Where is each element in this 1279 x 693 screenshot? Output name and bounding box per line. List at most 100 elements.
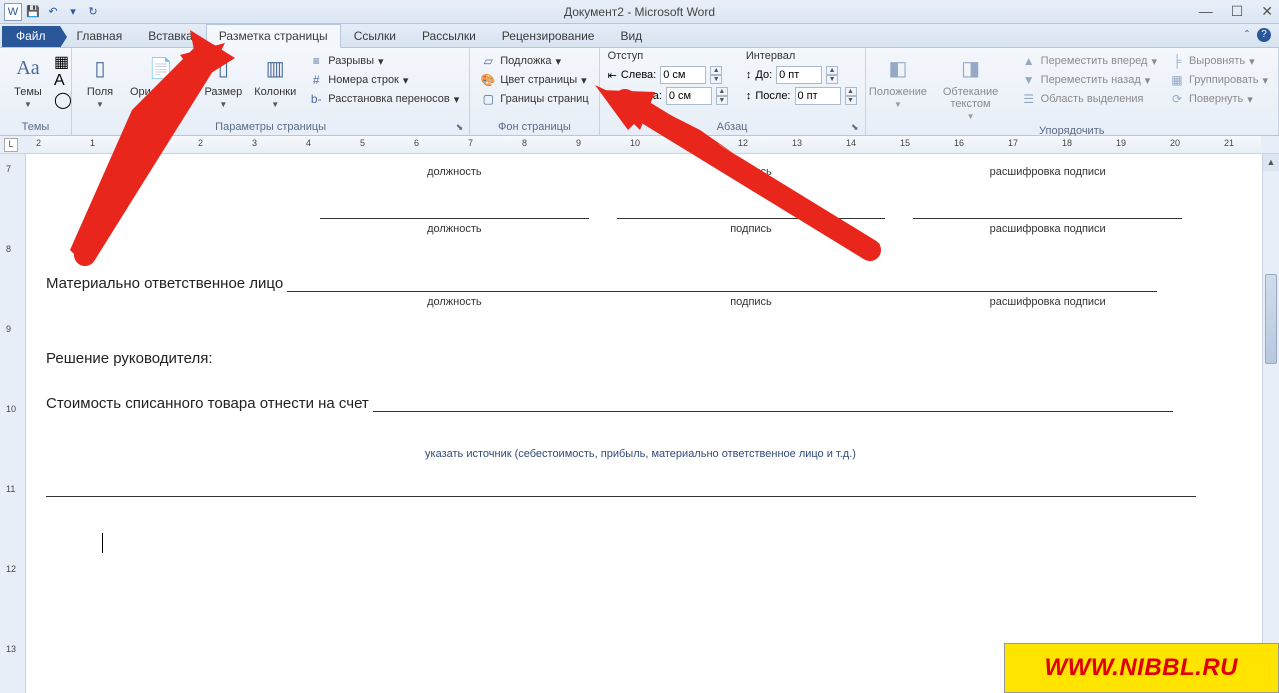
align-icon: ╞ bbox=[1169, 53, 1185, 69]
themes-icon: Aa bbox=[12, 52, 44, 84]
group-title-paragraph: Абзац bbox=[717, 121, 748, 133]
watermark-icon: ▱ bbox=[480, 53, 496, 69]
minimize-button[interactable]: — bbox=[1199, 3, 1213, 20]
orientation-button[interactable]: 📄 Ориентация ▼ bbox=[126, 50, 196, 111]
scroll-up-icon[interactable]: ▲ bbox=[1263, 154, 1279, 171]
tab-mailings[interactable]: Рассылки bbox=[409, 24, 489, 47]
save-icon[interactable]: 💾 bbox=[24, 3, 42, 21]
group-page-background: ▱Подложка ▾ 🎨Цвет страницы ▾ ▢Границы ст… bbox=[470, 48, 599, 135]
tab-home[interactable]: Главная bbox=[64, 24, 136, 47]
horizontal-ruler[interactable]: L 21123456789101112131415161718192021 bbox=[0, 136, 1279, 154]
theme-effects-icon[interactable]: ◯ bbox=[54, 90, 72, 110]
document-page[interactable]: должность подпись расшифровка подписи до… bbox=[26, 154, 1279, 693]
spacing-title: Интервал bbox=[744, 50, 859, 64]
breaks-button[interactable]: ≡Разрывы ▾ bbox=[304, 52, 463, 70]
hyphenation-icon: b- bbox=[308, 91, 324, 107]
bring-forward-button[interactable]: ▲Переместить вперед ▾ bbox=[1017, 52, 1161, 70]
tab-review[interactable]: Рецензирование bbox=[489, 24, 608, 47]
group-paragraph: Отступ ⇤ Слева: ▲▼ ⇥ Справа: ▲▼ Интервал bbox=[600, 48, 866, 135]
wrap-icon: ◨ bbox=[955, 52, 987, 84]
theme-fonts-icon[interactable]: A bbox=[54, 72, 72, 90]
send-backward-button[interactable]: ▼Переместить назад ▾ bbox=[1017, 71, 1161, 89]
spin-down[interactable]: ▼ bbox=[710, 75, 722, 84]
themes-button[interactable]: Aa Темы ▼ bbox=[6, 50, 50, 111]
page-color-icon: 🎨 bbox=[480, 72, 496, 88]
theme-colors-icon[interactable]: ▦ bbox=[54, 52, 72, 72]
spin-up[interactable]: ▲ bbox=[710, 66, 722, 75]
redo-icon[interactable]: ↻ bbox=[84, 3, 102, 21]
group-title-page-bg: Фон страницы bbox=[476, 119, 592, 135]
minimize-ribbon-icon[interactable]: ˆ bbox=[1245, 28, 1249, 42]
tab-selector[interactable]: L bbox=[4, 138, 18, 152]
size-label: Размер bbox=[204, 86, 242, 98]
spacing-before: ↕ До: ▲▼ bbox=[744, 65, 859, 85]
page-borders-button[interactable]: ▢Границы страниц bbox=[476, 90, 592, 108]
paragraph-launcher[interactable]: ⬊ bbox=[851, 122, 859, 133]
tab-references[interactable]: Ссылки bbox=[341, 24, 409, 47]
position-button[interactable]: ◧ Положение ▼ bbox=[872, 50, 925, 111]
breaks-icon: ≡ bbox=[308, 53, 324, 69]
source-note: указать источник (себестоимость, прибыль… bbox=[46, 448, 1235, 460]
help-icon[interactable]: ? bbox=[1257, 28, 1271, 42]
indent-right-icon: ⇥ bbox=[608, 90, 617, 103]
rotate-button[interactable]: ⟳Повернуть ▾ bbox=[1165, 90, 1272, 108]
group-arrange: ◧ Положение ▼ ◨ Обтекание текстом ▼ ▲Пер… bbox=[866, 48, 1279, 135]
tab-page-layout[interactable]: Разметка страницы bbox=[206, 24, 341, 48]
vertical-scrollbar[interactable]: ▲ ▼ bbox=[1262, 154, 1279, 693]
indent-right-input[interactable] bbox=[666, 87, 712, 105]
group-title-page-setup: Параметры страницы bbox=[215, 121, 326, 133]
columns-button[interactable]: ▥ Колонки ▼ bbox=[250, 50, 300, 111]
tab-view[interactable]: Вид bbox=[607, 24, 655, 47]
tab-file[interactable]: Файл bbox=[2, 26, 60, 47]
selection-pane-button[interactable]: ☰Область выделения bbox=[1017, 90, 1161, 108]
indent-title: Отступ bbox=[606, 50, 730, 64]
text-cursor bbox=[102, 533, 103, 553]
spacing-after: ↕ После: ▲▼ bbox=[744, 86, 859, 106]
hyphenation-button[interactable]: b-Расстановка переносов ▾ bbox=[304, 90, 463, 108]
sig-signature: подпись bbox=[603, 166, 900, 178]
tab-insert[interactable]: Вставка bbox=[135, 24, 206, 47]
indent-left-input[interactable] bbox=[660, 66, 706, 84]
decision-heading: Решение руководителя: bbox=[46, 350, 1235, 367]
maximize-button[interactable]: ☐ bbox=[1231, 3, 1244, 20]
position-icon: ◧ bbox=[882, 52, 914, 84]
wrap-text-button[interactable]: ◨ Обтекание текстом ▼ bbox=[928, 50, 1012, 123]
page-color-button[interactable]: 🎨Цвет страницы ▾ bbox=[476, 71, 592, 89]
spacing-after-input[interactable] bbox=[795, 87, 841, 105]
qat-dropdown-icon[interactable]: ▾ bbox=[64, 3, 82, 21]
window-controls: — ☐ ✕ bbox=[1199, 3, 1273, 20]
margins-button[interactable]: ▯ Поля ▼ bbox=[78, 50, 122, 111]
align-button[interactable]: ╞Выровнять ▾ bbox=[1165, 52, 1272, 70]
vertical-ruler[interactable]: 78910111213 bbox=[0, 154, 26, 693]
size-button[interactable]: ▯ Размер ▼ bbox=[200, 50, 246, 111]
orientation-label: Ориентация bbox=[130, 86, 192, 98]
group-objects-button[interactable]: ▦Группировать ▾ bbox=[1165, 71, 1272, 89]
ribbon-tabs: Файл Главная Вставка Разметка страницы С… bbox=[0, 24, 1279, 48]
hr-line bbox=[46, 496, 1196, 497]
forward-icon: ▲ bbox=[1021, 53, 1037, 69]
watermark-badge: WWW.NIBBL.RU bbox=[1004, 643, 1279, 693]
group-icon: ▦ bbox=[1169, 72, 1185, 88]
watermark-button[interactable]: ▱Подложка ▾ bbox=[476, 52, 592, 70]
page-setup-launcher[interactable]: ⬊ bbox=[456, 122, 464, 133]
spacing-before-input[interactable] bbox=[776, 66, 822, 84]
margins-icon: ▯ bbox=[84, 52, 116, 84]
group-themes: Aa Темы ▼ ▦ A ◯ Темы bbox=[0, 48, 72, 135]
indent-right: ⇥ Справа: ▲▼ bbox=[606, 86, 730, 106]
close-button[interactable]: ✕ bbox=[1261, 3, 1273, 20]
columns-icon: ▥ bbox=[259, 52, 291, 84]
selection-icon: ☰ bbox=[1021, 91, 1037, 107]
columns-label: Колонки bbox=[254, 86, 296, 98]
group-title-themes: Темы bbox=[6, 119, 65, 135]
group-page-setup: ▯ Поля ▼ 📄 Ориентация ▼ ▯ Размер ▼ ▥ Кол… bbox=[72, 48, 470, 135]
chevron-down-icon: ▼ bbox=[24, 100, 32, 109]
spacing-after-icon: ↕ bbox=[746, 90, 752, 102]
scroll-thumb[interactable] bbox=[1265, 274, 1277, 364]
undo-icon[interactable]: ↶ bbox=[44, 3, 62, 21]
margins-label: Поля bbox=[87, 86, 113, 98]
line-numbers-button[interactable]: #Номера строк ▾ bbox=[304, 71, 463, 89]
word-icon[interactable]: W bbox=[4, 3, 22, 21]
spacing-before-icon: ↕ bbox=[746, 69, 752, 81]
indent-left-icon: ⇤ bbox=[608, 69, 617, 82]
orientation-icon: 📄 bbox=[145, 52, 177, 84]
